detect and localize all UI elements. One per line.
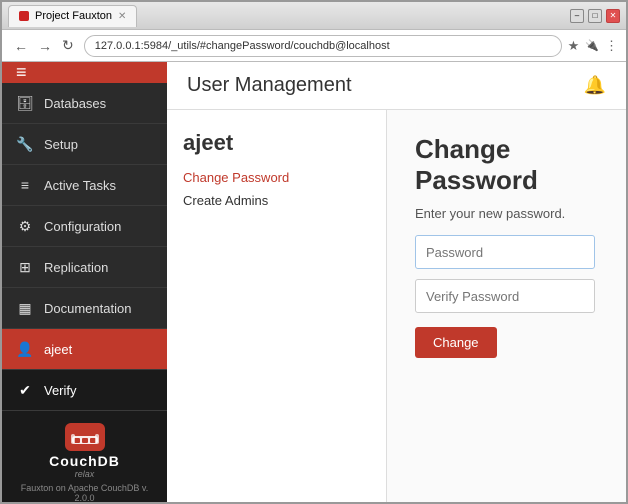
tab-title: Project Fauxton bbox=[35, 10, 112, 22]
tab-close-button[interactable]: ✕ bbox=[118, 11, 126, 22]
couch-svg bbox=[70, 428, 100, 446]
address-bar: ← → ↻ 127.0.0.1:5984/_utils/#changePassw… bbox=[2, 30, 626, 62]
main-content: User Management 🔔 ajeet Change Password … bbox=[167, 62, 626, 502]
app-container: ≡ 🗄 Databases 🔧 Setup ≡ Active Tasks ⚙ C… bbox=[2, 62, 626, 502]
password-input[interactable] bbox=[415, 235, 595, 269]
change-password-subtitle: Enter your new password. bbox=[415, 206, 598, 221]
couchdb-relax: relax bbox=[75, 469, 95, 479]
change-password-title: Change Password bbox=[415, 134, 598, 196]
title-bar: Project Fauxton ✕ – □ ✕ bbox=[2, 2, 626, 30]
sidebar-footer: CouchDB relax Fauxton on Apache CouchDB … bbox=[2, 411, 167, 502]
couch-icon bbox=[65, 423, 105, 451]
url-bar[interactable]: 127.0.0.1:5984/_utils/#changePassword/co… bbox=[84, 35, 562, 57]
extensions-icon[interactable]: 🔌 bbox=[585, 39, 599, 52]
sidebar-item-configuration[interactable]: ⚙ Configuration bbox=[2, 206, 167, 247]
refresh-button[interactable]: ↻ bbox=[58, 35, 78, 56]
configuration-icon: ⚙ bbox=[16, 217, 34, 235]
tab-favicon bbox=[19, 11, 29, 21]
sidebar-item-documentation[interactable]: ▦ Documentation bbox=[2, 288, 167, 329]
maximize-button[interactable]: □ bbox=[588, 9, 602, 23]
menu-icon[interactable]: ⋮ bbox=[605, 38, 618, 54]
sidebar-label-user: ajeet bbox=[44, 342, 72, 357]
page-title: User Management bbox=[187, 74, 352, 97]
verify-password-input[interactable] bbox=[415, 279, 595, 313]
bookmark-icon[interactable]: ★ bbox=[568, 38, 580, 54]
verify-icon: ✔ bbox=[16, 381, 34, 399]
sidebar-label-replication: Replication bbox=[44, 260, 108, 275]
setup-icon: 🔧 bbox=[16, 135, 34, 153]
sidebar-item-databases[interactable]: 🗄 Databases bbox=[2, 83, 167, 124]
create-admins-link[interactable]: Create Admins bbox=[183, 193, 370, 208]
sidebar-item-verify[interactable]: ✔ Verify bbox=[2, 370, 167, 411]
sidebar-header: ≡ bbox=[2, 62, 167, 83]
couchdb-logo: CouchDB relax bbox=[49, 423, 120, 479]
sidebar-label-databases: Databases bbox=[44, 96, 106, 111]
sidebar-label-documentation: Documentation bbox=[44, 301, 131, 316]
change-button[interactable]: Change bbox=[415, 327, 497, 358]
main-header: User Management 🔔 bbox=[167, 62, 626, 110]
change-password-link[interactable]: Change Password bbox=[183, 170, 370, 185]
replication-icon: ⊞ bbox=[16, 258, 34, 276]
sidebar-label-setup: Setup bbox=[44, 137, 78, 152]
close-button[interactable]: ✕ bbox=[606, 9, 620, 23]
sidebar-item-replication[interactable]: ⊞ Replication bbox=[2, 247, 167, 288]
change-password-panel: Change Password Enter your new password.… bbox=[387, 110, 626, 502]
databases-icon: 🗄 bbox=[16, 94, 34, 112]
user-icon: 👤 bbox=[16, 340, 34, 358]
sidebar: ≡ 🗄 Databases 🔧 Setup ≡ Active Tasks ⚙ C… bbox=[2, 62, 167, 502]
minimize-button[interactable]: – bbox=[570, 9, 584, 23]
documentation-icon: ▦ bbox=[16, 299, 34, 317]
hamburger-icon[interactable]: ≡ bbox=[16, 62, 27, 83]
sidebar-label-configuration: Configuration bbox=[44, 219, 121, 234]
fauxton-version: Fauxton on Apache CouchDB v. 2.0.0 bbox=[14, 483, 155, 502]
notification-bell-icon[interactable]: 🔔 bbox=[584, 75, 606, 96]
back-button[interactable]: ← bbox=[10, 35, 32, 56]
browser-tab[interactable]: Project Fauxton ✕ bbox=[8, 5, 137, 27]
content-area: ajeet Change Password Create Admins Chan… bbox=[167, 110, 626, 502]
sidebar-item-user[interactable]: 👤 ajeet bbox=[2, 329, 167, 370]
user-display-name: ajeet bbox=[183, 130, 370, 156]
couchdb-label: CouchDB bbox=[49, 453, 120, 469]
sidebar-item-setup[interactable]: 🔧 Setup bbox=[2, 124, 167, 165]
sidebar-item-active-tasks[interactable]: ≡ Active Tasks bbox=[2, 165, 167, 206]
sidebar-label-active-tasks: Active Tasks bbox=[44, 178, 116, 193]
user-panel: ajeet Change Password Create Admins bbox=[167, 110, 387, 502]
url-text: 127.0.0.1:5984/_utils/#changePassword/co… bbox=[95, 40, 390, 52]
window-controls: – □ ✕ bbox=[570, 9, 620, 23]
sidebar-label-verify: Verify bbox=[44, 383, 77, 398]
active-tasks-icon: ≡ bbox=[16, 176, 34, 194]
forward-button[interactable]: → bbox=[34, 35, 56, 56]
